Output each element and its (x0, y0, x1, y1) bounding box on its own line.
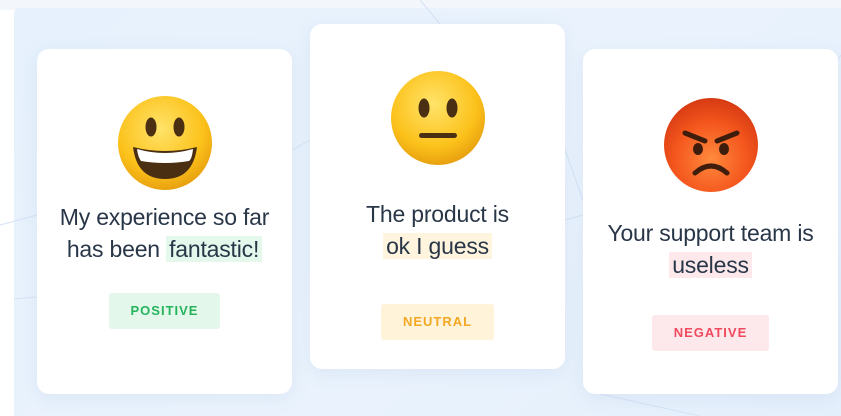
negative-text: Your support team is useless (583, 217, 838, 281)
positive-card: My experience so far has been fantastic!… (37, 49, 292, 394)
neutral-face-icon (390, 71, 485, 165)
negative-text-prefix: Your support team is (607, 220, 814, 246)
grinning-face-icon (117, 96, 212, 190)
neutral-text-prefix: The product is (366, 201, 509, 227)
negative-badge: NEGATIVE (651, 315, 770, 351)
negative-card: Your support team is useless NEGATIVE (583, 49, 838, 394)
positive-badge: POSITIVE (108, 293, 221, 329)
sentiment-showcase: My experience so far has been fantastic!… (0, 0, 841, 416)
negative-highlight: useless (669, 252, 752, 278)
positive-highlight: fantastic! (166, 236, 263, 262)
neutral-badge: NEUTRAL (380, 304, 495, 340)
positive-text: My experience so far has been fantastic! (60, 201, 270, 265)
neutral-highlight: ok I guess (383, 233, 492, 259)
neutral-card: The product is ok I guess NEUTRAL (310, 24, 565, 369)
angry-face-icon (663, 98, 758, 192)
neutral-text: The product is ok I guess (323, 198, 553, 262)
